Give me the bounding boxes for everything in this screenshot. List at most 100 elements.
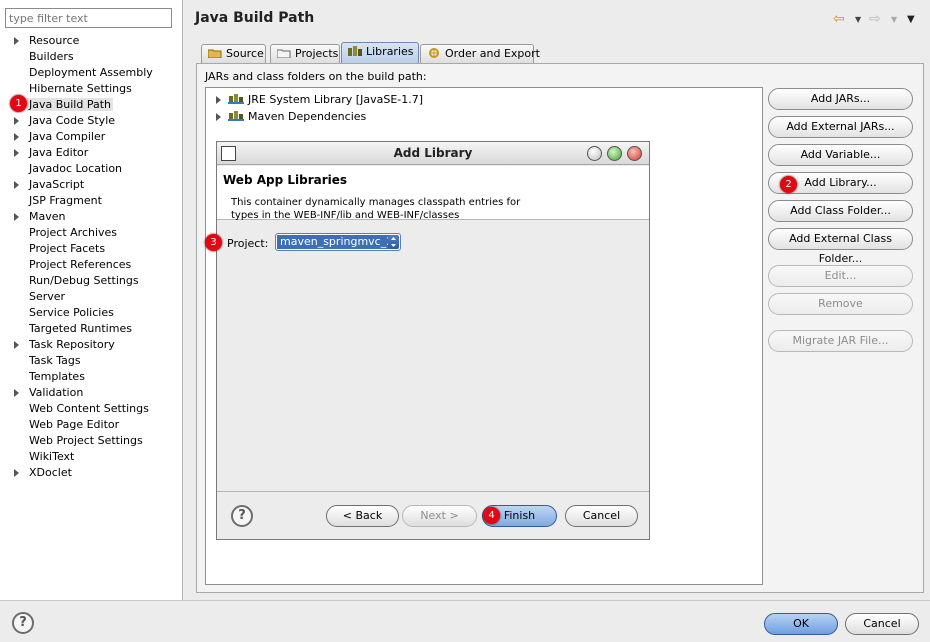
tree-item[interactable]: Java Editor [0,145,182,161]
project-label: Project: [227,237,269,250]
library-entry-jre[interactable]: JRE System Library [JavaSE-1.7] [216,92,423,108]
filter-input[interactable] [5,8,172,28]
page-title: Java Build Path [195,10,315,26]
expand-arrow-icon[interactable] [14,181,19,189]
add-class-folder-button[interactable]: Add Class Folder... [768,200,913,222]
back-button[interactable]: < Back [326,505,399,527]
tree-item-label: Resource [29,34,80,47]
expand-arrow-icon[interactable] [14,213,19,221]
tree-item[interactable]: Java Code Style [0,113,182,129]
expand-arrow-icon[interactable] [14,117,19,125]
tree-item[interactable]: Resource [0,33,182,49]
dialog-body: Project: maven_springmvc_2 [217,221,649,492]
tree-item[interactable]: Builders [0,49,182,65]
tab-source[interactable]: Source [201,44,266,64]
tree-item-label: Web Content Settings [29,402,149,415]
expand-arrow-icon[interactable] [14,389,19,397]
tree-item[interactable]: Task Tags [0,353,182,369]
project-select[interactable]: maven_springmvc_2 [275,233,401,251]
property-page-tree: Resource Builders Deployment Assembly Hiber… [0,33,182,481]
tree-item-label: Javadoc Location [29,162,123,175]
tree-item[interactable]: XDoclet [0,465,182,481]
tree-item[interactable]: Hibernate Settings [0,81,182,97]
expand-arrow-icon[interactable] [14,133,19,141]
tab-order-export-label: Order and Export [445,47,540,60]
tree-item[interactable]: Javadoc Location [0,161,182,177]
tree-item[interactable]: Targeted Runtimes [0,321,182,337]
tree-item-label: Run/Debug Settings [29,274,139,287]
tree-item-label: Java Code Style [29,114,116,127]
tree-item-label: Maven [29,210,66,223]
expand-arrow-icon[interactable] [216,96,221,104]
expand-arrow-icon[interactable] [14,341,19,349]
tree-item[interactable]: Project References [0,257,182,273]
tree-item-label: Builders [29,50,74,63]
tree-item[interactable]: Server [0,289,182,305]
tab-order-and-export[interactable]: Order and Export [420,44,540,64]
next-button: Next > [402,505,477,527]
folder-icon [207,48,222,59]
remove-button: Remove [768,293,913,315]
step-marker-2: 2 [780,176,797,193]
tree-item-label: Project References [29,258,132,271]
select-spinner-icon[interactable] [388,235,399,249]
step-marker-3: 3 [205,234,222,251]
tree-item[interactable]: Java Compiler [0,129,182,145]
tab-projects[interactable]: Projects [270,44,340,64]
tree-item[interactable]: Templates [0,369,182,385]
expand-arrow-icon[interactable] [216,113,221,121]
project-icon [276,48,291,59]
add-external-jars-button[interactable]: Add External JARs... [768,116,913,138]
tree-item[interactable]: WikiText [0,449,182,465]
help-icon[interactable]: ? [231,505,253,527]
library-icon [228,110,244,121]
add-library-dialog: Add Library Web App Libraries This conta… [216,141,650,540]
library-entry-label: JRE System Library [JavaSE-1.7] [248,93,424,106]
tree-item[interactable]: Service Policies [0,305,182,321]
tree-item[interactable]: Web Page Editor [0,417,182,433]
library-entry-maven[interactable]: Maven Dependencies [216,109,366,125]
dialog-titlebar[interactable]: Add Library [217,142,649,165]
add-variable-button[interactable]: Add Variable... [768,144,913,166]
tree-item[interactable]: JavaScript [0,177,182,193]
tree-item[interactable]: Java Build Path [0,97,182,113]
expand-arrow-icon[interactable] [14,469,19,477]
add-external-class-folder-button[interactable]: Add External Class Folder... [768,228,913,265]
tree-item-label: Web Page Editor [29,418,120,431]
tree-item-label: Project Archives [29,226,118,239]
help-icon[interactable]: ? [12,612,34,634]
tree-item-label: Project Facets [29,242,106,255]
dialog-description: This container dynamically manages class… [231,197,521,221]
tree-item[interactable]: Maven [0,209,182,225]
tree-item[interactable]: Validation [0,385,182,401]
tree-item-label: Java Build Path [27,98,114,111]
order-export-icon [427,48,441,58]
tree-item[interactable]: Project Facets [0,241,182,257]
tree-item[interactable]: Web Content Settings [0,401,182,417]
forward-dropdown-icon: ▼ [891,15,898,24]
tab-libraries[interactable]: Libraries [341,42,419,64]
cancel-button[interactable]: Cancel [845,613,919,635]
dialog-header: Web App Libraries This container dynamic… [217,166,649,221]
dialog-title: Add Library [393,146,473,160]
dialog-cancel-button[interactable]: Cancel [565,505,638,527]
back-dropdown-icon[interactable]: ▼ [855,15,861,24]
close-icon[interactable] [627,146,642,161]
tree-item[interactable]: JSP Fragment [0,193,182,209]
tree-item[interactable]: Run/Debug Settings [0,273,182,289]
minimize-icon[interactable] [587,146,602,161]
view-menu-icon[interactable]: ▼ [907,14,915,25]
add-jars-button[interactable]: Add JARs... [768,88,913,110]
tree-item-label: Templates [29,370,85,383]
tree-item[interactable]: Web Project Settings [0,433,182,449]
expand-arrow-icon[interactable] [14,149,19,157]
tree-item[interactable]: Project Archives [0,225,182,241]
tree-item-label: Service Policies [29,306,114,319]
tree-item[interactable]: Task Repository [0,337,182,353]
back-arrow-icon[interactable]: ⇦ [833,11,845,27]
expand-arrow-icon[interactable] [14,37,19,45]
tree-item[interactable]: Deployment Assembly [0,65,182,81]
maximize-icon[interactable] [607,146,622,161]
project-value: maven_springmvc_2 [277,235,397,249]
ok-button[interactable]: OK [764,613,838,635]
